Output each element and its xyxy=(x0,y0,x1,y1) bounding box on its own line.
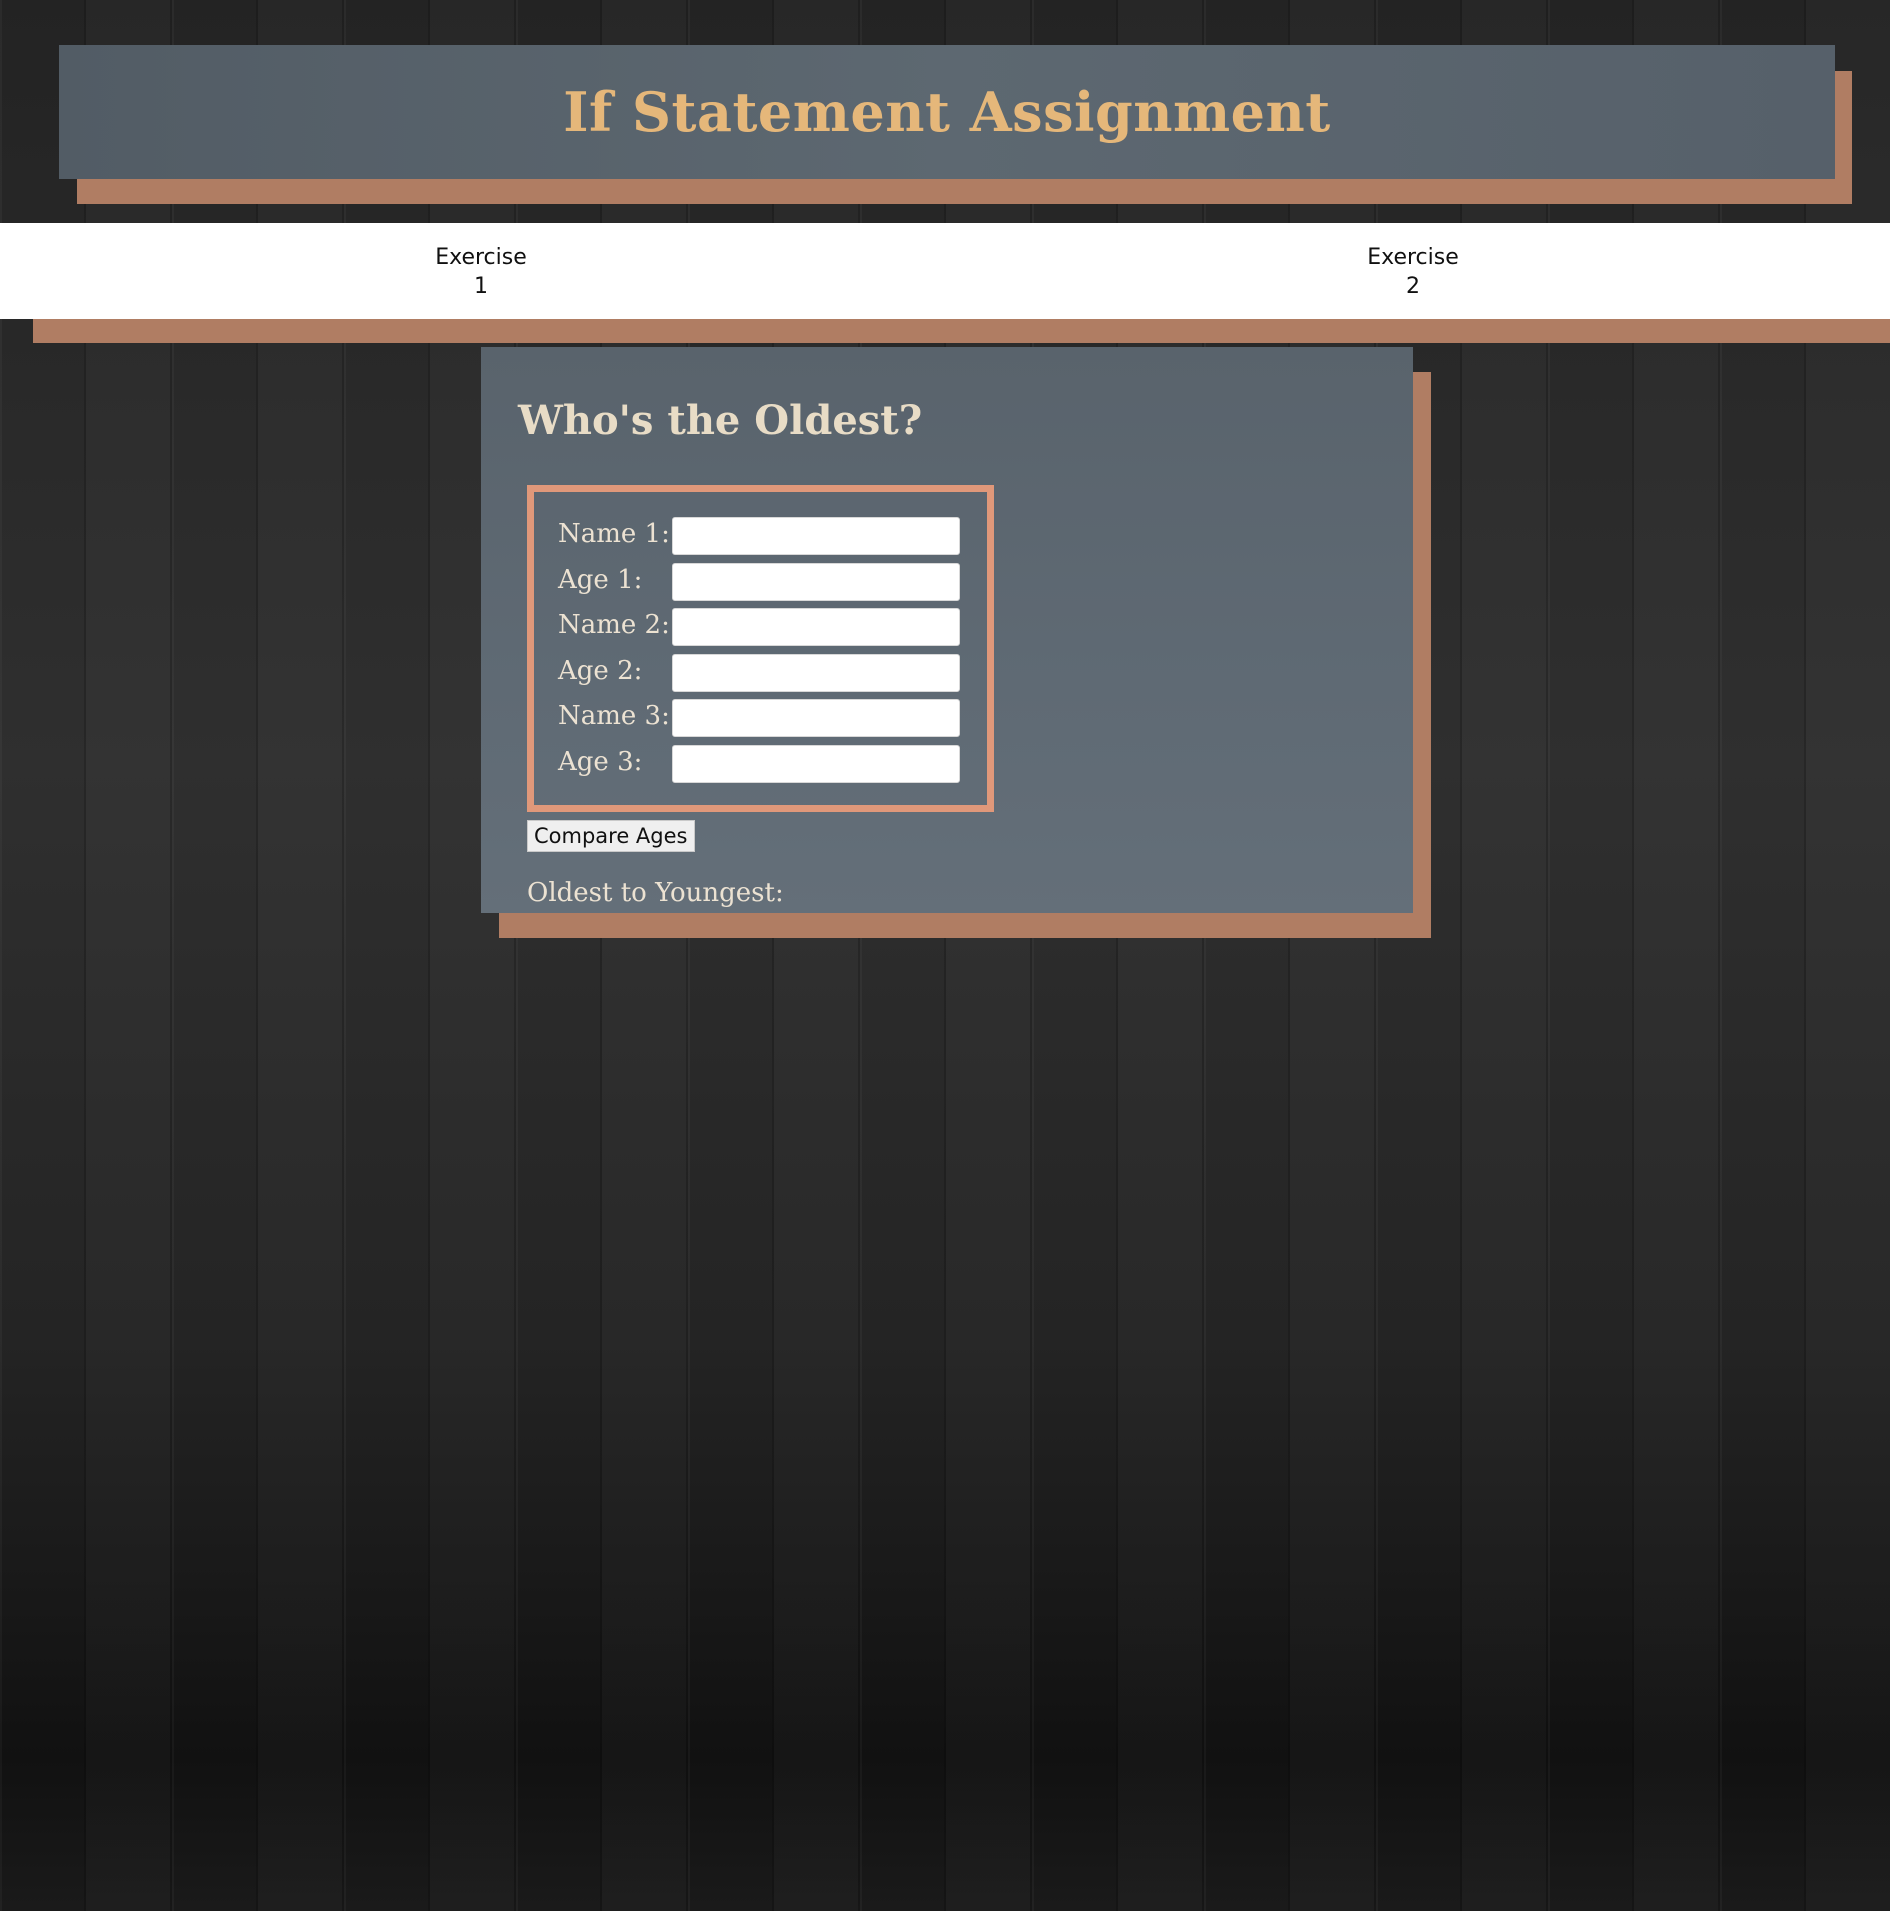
name-3-label: Name 3: xyxy=(558,701,670,731)
page-header: If Statement Assignment xyxy=(59,45,1835,179)
age-2-field[interactable] xyxy=(672,654,960,692)
age-2-label: Age 2: xyxy=(558,656,643,686)
age-2-row: Age 2: xyxy=(558,654,988,692)
page-title: If Statement Assignment xyxy=(563,80,1331,144)
age-3-label: Age 3: xyxy=(558,747,643,777)
nav-item-exercise-2[interactable]: Exercise 2 xyxy=(1333,243,1493,301)
nav-item-label: Exercise xyxy=(1367,245,1459,270)
name-2-field[interactable] xyxy=(672,608,960,646)
name-1-label: Name 1: xyxy=(558,519,670,549)
nav-item-label: Exercise xyxy=(435,245,527,270)
age-3-field[interactable] xyxy=(672,745,960,783)
panel-title: Who's the Oldest? xyxy=(518,397,923,444)
nav-item-number: 2 xyxy=(1406,274,1420,299)
name-3-field[interactable] xyxy=(672,699,960,737)
result-label: Oldest to Youngest: xyxy=(527,878,784,908)
compare-ages-button[interactable]: Compare Ages xyxy=(527,820,695,852)
nav-item-exercise-1[interactable]: Exercise 1 xyxy=(401,243,561,301)
age-form: Name 1: Age 1: Name 2: Age 2: Name 3: Ag… xyxy=(527,485,994,812)
name-1-row: Name 1: xyxy=(558,517,988,555)
name-1-field[interactable] xyxy=(672,517,960,555)
age-1-row: Age 1: xyxy=(558,563,988,601)
name-2-label: Name 2: xyxy=(558,610,670,640)
age-1-label: Age 1: xyxy=(558,565,643,595)
age-3-row: Age 3: xyxy=(558,745,988,783)
name-2-row: Name 2: xyxy=(558,608,988,646)
oldest-panel: Who's the Oldest? Name 1: Age 1: Name 2:… xyxy=(481,347,1413,913)
name-3-row: Name 3: xyxy=(558,699,988,737)
nav-bar: Exercise 1 Exercise 2 xyxy=(0,223,1890,319)
age-1-field[interactable] xyxy=(672,563,960,601)
nav-item-number: 1 xyxy=(474,274,488,299)
